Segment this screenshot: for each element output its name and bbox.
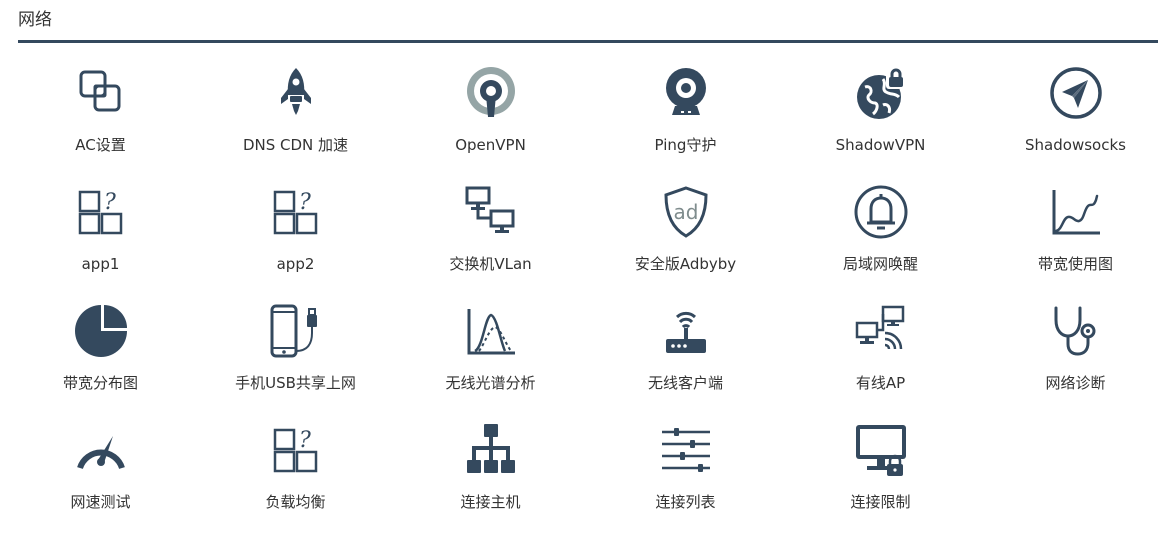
app-tile-wired-ap[interactable]: 有线AP [783,301,978,420]
app-label: 带宽使用图 [1037,255,1113,273]
app-label: 连接限制 [850,493,911,511]
app-label: AC设置 [75,136,126,154]
app-label: 网速测试 [70,493,131,511]
app-tile-app1[interactable]: ? app1 [3,182,198,301]
line-chart-icon [1046,182,1106,242]
section-divider [18,40,1158,43]
app-tile-bandwidth-distribution[interactable]: 带宽分布图 [3,301,198,420]
stethoscope-icon [1046,301,1106,361]
app-tile-connection-list[interactable]: 连接列表 [588,420,783,539]
app-label: Ping守护 [654,136,717,154]
bell-icon [851,182,911,242]
app-tile-ac-settings[interactable]: AC设置 [3,63,198,182]
app-tile-connected-hosts[interactable]: 连接主机 [393,420,588,539]
unknown-app-icon: ? [71,182,131,242]
app-tile-app2[interactable]: ? app2 [198,182,393,301]
app-label: 安全版Adbyby [634,255,737,273]
app-label: 手机USB共享上网 [235,374,356,392]
app-label: 有线AP [855,374,906,392]
app-label: 无线光谱分析 [445,374,536,392]
openvpn-icon [461,63,521,123]
app-label: 连接主机 [460,493,521,511]
app-tile-connection-limit[interactable]: 连接限制 [783,420,978,539]
app-tile-ping-guard[interactable]: Ping守护 [588,63,783,182]
app-label: 交换机VLan [449,255,532,273]
paper-plane-icon [1046,63,1106,123]
webcam-icon [656,63,716,123]
ad-shield-icon: ad [656,182,716,242]
svg-text:?: ? [299,428,311,453]
app-tile-wol[interactable]: 局域网唤醒 [783,182,978,301]
app-label: Shadowsocks [1025,136,1126,154]
app-label: ShadowVPN [835,136,926,154]
network-app-page: 网络 AC设置 DNS CDN 加速 OpenVPN Ping守护 Shadow… [0,0,1172,537]
app-tile-openvpn[interactable]: OpenVPN [393,63,588,182]
app-label: 网络诊断 [1045,374,1106,392]
app-tile-wireless-client[interactable]: 无线客户端 [588,301,783,420]
app-tile-bandwidth-usage[interactable]: 带宽使用图 [978,182,1172,301]
app-tile-speed-test[interactable]: 网速测试 [3,420,198,539]
app-tile-switch-vlan[interactable]: 交换机VLan [393,182,588,301]
app-label: 带宽分布图 [62,374,138,392]
app-label: 负载均衡 [265,493,326,511]
speedometer-icon [71,420,131,480]
app-tile-adbyby[interactable]: ad 安全版Adbyby [588,182,783,301]
app-grid: AC设置 DNS CDN 加速 OpenVPN Ping守护 ShadowVPN… [3,63,1172,539]
router-icon [656,301,716,361]
rocket-icon [266,63,326,123]
hierarchy-icon [461,420,521,480]
wired-ap-icon [851,301,911,361]
spectrum-icon [461,301,521,361]
phone-usb-icon [266,301,326,361]
monitor-lock-icon [851,420,911,480]
unknown-app-icon: ? [266,420,326,480]
app-label: 局域网唤醒 [842,255,918,273]
sliders-icon [656,420,716,480]
section-title: 网络 [18,10,52,30]
app-label: 无线客户端 [647,374,723,392]
app-label: app2 [276,255,315,273]
app-tile-load-balancing[interactable]: ? 负载均衡 [198,420,393,539]
app-label: 连接列表 [655,493,716,511]
app-tile-usb-tethering[interactable]: 手机USB共享上网 [198,301,393,420]
svg-text:ad: ad [673,200,698,224]
globe-lock-icon [851,63,911,123]
svg-text:?: ? [299,190,311,215]
app-label: OpenVPN [455,136,526,154]
app-label: DNS CDN 加速 [242,136,349,154]
unknown-app-icon: ? [266,182,326,242]
app-tile-spectrum-analysis[interactable]: 无线光谱分析 [393,301,588,420]
pie-chart-icon [71,301,131,361]
app-tile-shadowsocks[interactable]: Shadowsocks [978,63,1172,182]
svg-text:?: ? [104,190,116,215]
network-computers-icon [461,182,521,242]
overlapping-squares-icon [71,63,131,123]
app-tile-network-diagnostics[interactable]: 网络诊断 [978,301,1172,420]
app-label: app1 [81,255,120,273]
app-tile-dns-cdn[interactable]: DNS CDN 加速 [198,63,393,182]
app-tile-shadowvpn[interactable]: ShadowVPN [783,63,978,182]
